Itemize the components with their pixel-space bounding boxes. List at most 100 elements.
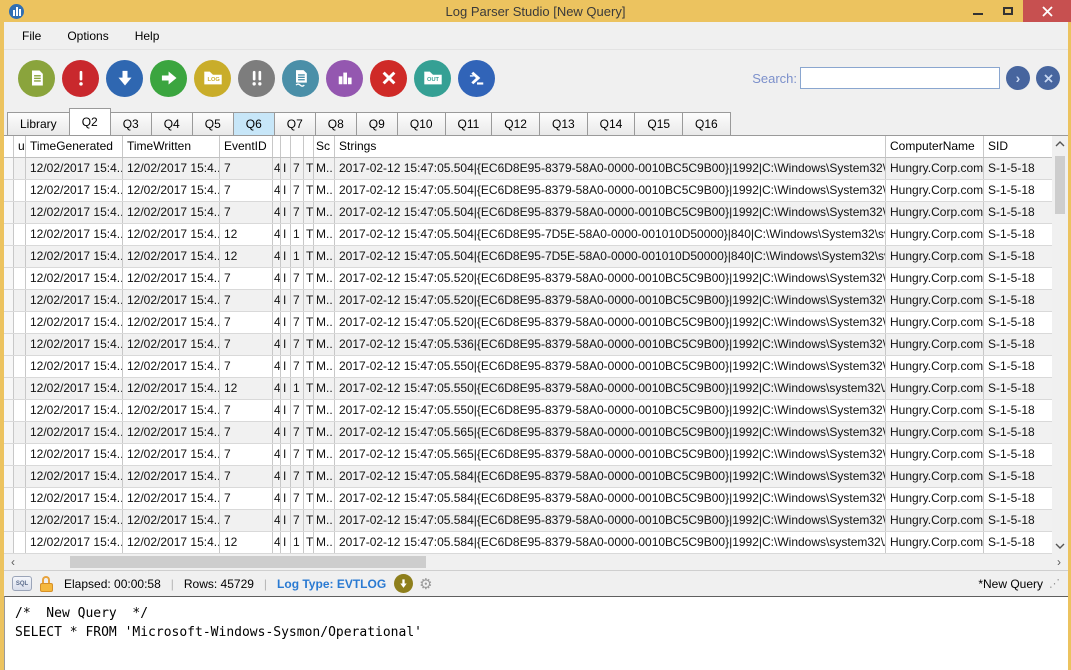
column-header[interactable] [4, 136, 14, 157]
cell: I [281, 312, 291, 333]
column-header[interactable]: Sc [314, 136, 335, 157]
table-row[interactable]: 12/02/2017 15:4...12/02/2017 15:4...74I7… [4, 334, 1052, 356]
resize-grip[interactable]: ⋰ [1049, 577, 1060, 590]
column-header[interactable] [273, 136, 281, 157]
table-row[interactable]: 12/02/2017 15:4...12/02/2017 15:4...124I… [4, 246, 1052, 268]
download-button[interactable] [106, 60, 143, 97]
table-row[interactable]: 12/02/2017 15:4...12/02/2017 15:4...74I7… [4, 290, 1052, 312]
cell: M.. [314, 488, 335, 509]
abort-button[interactable] [62, 60, 99, 97]
cell [14, 224, 26, 245]
column-header[interactable]: Strings [335, 136, 886, 157]
horizontal-scroll-thumb[interactable] [70, 556, 426, 568]
tab-q15[interactable]: Q15 [634, 112, 683, 135]
table-row[interactable]: 12/02/2017 15:4...12/02/2017 15:4...74I7… [4, 422, 1052, 444]
table-row[interactable]: 12/02/2017 15:4...12/02/2017 15:4...74I7… [4, 400, 1052, 422]
table-row[interactable]: 12/02/2017 15:4...12/02/2017 15:4...74I7… [4, 180, 1052, 202]
column-header[interactable] [281, 136, 291, 157]
edit-query-button[interactable] [282, 60, 319, 97]
query-editor[interactable]: /* New Query */SELECT * FROM 'Microsoft-… [4, 596, 1068, 670]
vertical-scroll-thumb[interactable] [1055, 156, 1065, 214]
menu-file[interactable]: File [22, 29, 41, 43]
output-folder-button[interactable]: OUT [414, 60, 451, 97]
double-exclamation-icon [247, 68, 267, 88]
scroll-right-button[interactable]: › [1050, 554, 1068, 570]
table-row[interactable]: 12/02/2017 15:4...12/02/2017 15:4...124I… [4, 378, 1052, 400]
tab-q13[interactable]: Q13 [539, 112, 588, 135]
cell: M.. [314, 180, 335, 201]
tab-q6[interactable]: Q6 [233, 112, 275, 135]
cell [4, 224, 14, 245]
tab-q2[interactable]: Q2 [69, 108, 111, 135]
gear-icon[interactable]: ⚙ [419, 575, 432, 593]
tab-q12[interactable]: Q12 [491, 112, 540, 135]
cell: 7 [220, 488, 273, 509]
table-row[interactable]: 12/02/2017 15:4...12/02/2017 15:4...74I7… [4, 268, 1052, 290]
cell: 2017-02-12 15:47:05.504|{EC6D8E95-8379-5… [335, 202, 886, 223]
cell: 2017-02-12 15:47:05.520|{EC6D8E95-8379-5… [335, 312, 886, 333]
column-header[interactable] [304, 136, 314, 157]
log-type-dropdown-button[interactable] [394, 574, 413, 593]
vertical-scrollbar[interactable] [1052, 136, 1068, 554]
powershell-button[interactable] [458, 60, 495, 97]
tab-q4[interactable]: Q4 [151, 112, 193, 135]
cell [14, 312, 26, 333]
column-header[interactable]: TimeGenerated [26, 136, 123, 157]
tab-q14[interactable]: Q14 [587, 112, 636, 135]
cell: Hungry.Corp.com [886, 202, 984, 223]
column-header[interactable]: ComputerName [886, 136, 984, 157]
maximize-button[interactable] [993, 0, 1023, 22]
cell: S-1-5-18 [984, 334, 1052, 355]
column-header[interactable]: SID [984, 136, 1052, 157]
cell: S-1-5-18 [984, 466, 1052, 487]
tab-q11[interactable]: Q11 [445, 112, 493, 135]
svg-text:OUT: OUT [427, 77, 440, 83]
column-header[interactable]: u [14, 136, 26, 157]
close-button[interactable] [1023, 0, 1071, 22]
tab-q5[interactable]: Q5 [192, 112, 234, 135]
run-query-button[interactable] [150, 60, 187, 97]
cell [4, 334, 14, 355]
tab-q3[interactable]: Q3 [110, 112, 152, 135]
menu-help[interactable]: Help [135, 29, 160, 43]
search-clear-button[interactable] [1036, 66, 1060, 90]
scroll-down-button[interactable] [1052, 538, 1068, 554]
horizontal-scrollbar[interactable]: ‹ › [4, 554, 1068, 570]
table-row[interactable]: 12/02/2017 15:4...12/02/2017 15:4...74I7… [4, 356, 1052, 378]
tab-q7[interactable]: Q7 [274, 112, 316, 135]
minimize-button[interactable] [963, 0, 993, 22]
tab-q8[interactable]: Q8 [315, 112, 357, 135]
menu-options[interactable]: Options [67, 29, 108, 43]
table-row[interactable]: 12/02/2017 15:4...12/02/2017 15:4...74I7… [4, 488, 1052, 510]
log-folder-button[interactable]: LOG [194, 60, 231, 97]
scroll-up-button[interactable] [1052, 136, 1068, 152]
cell: I [281, 202, 291, 223]
table-row[interactable]: 12/02/2017 15:4...12/02/2017 15:4...124I… [4, 532, 1052, 554]
scroll-left-button[interactable]: ‹ [4, 554, 22, 570]
cell: 1 [291, 532, 304, 553]
tab-q16[interactable]: Q16 [682, 112, 731, 135]
table-row[interactable]: 12/02/2017 15:4...12/02/2017 15:4...74I7… [4, 444, 1052, 466]
chart-button[interactable] [326, 60, 363, 97]
table-row[interactable]: 12/02/2017 15:4...12/02/2017 15:4...74I7… [4, 312, 1052, 334]
table-row[interactable]: 12/02/2017 15:4...12/02/2017 15:4...74I7… [4, 202, 1052, 224]
cell: T [304, 422, 314, 443]
table-row[interactable]: 12/02/2017 15:4...12/02/2017 15:4...74I7… [4, 466, 1052, 488]
cell: 12/02/2017 15:4... [26, 268, 123, 289]
new-query-button[interactable] [18, 60, 55, 97]
close-query-button[interactable] [370, 60, 407, 97]
column-header[interactable]: EventID [220, 136, 273, 157]
column-header[interactable] [291, 136, 304, 157]
tab-q9[interactable]: Q9 [356, 112, 398, 135]
search-go-button[interactable]: › [1006, 66, 1030, 90]
tab-library[interactable]: Library [7, 112, 70, 135]
search-input[interactable] [800, 67, 1000, 89]
warnings-button[interactable] [238, 60, 275, 97]
table-row[interactable]: 12/02/2017 15:4...12/02/2017 15:4...74I7… [4, 158, 1052, 180]
tab-q10[interactable]: Q10 [397, 112, 446, 135]
table-row[interactable]: 12/02/2017 15:4...12/02/2017 15:4...124I… [4, 224, 1052, 246]
table-row[interactable]: 12/02/2017 15:4...12/02/2017 15:4...74I7… [4, 510, 1052, 532]
cell: 2017-02-12 15:47:05.520|{EC6D8E95-8379-5… [335, 290, 886, 311]
column-header[interactable]: TimeWritten [123, 136, 220, 157]
cell [4, 466, 14, 487]
